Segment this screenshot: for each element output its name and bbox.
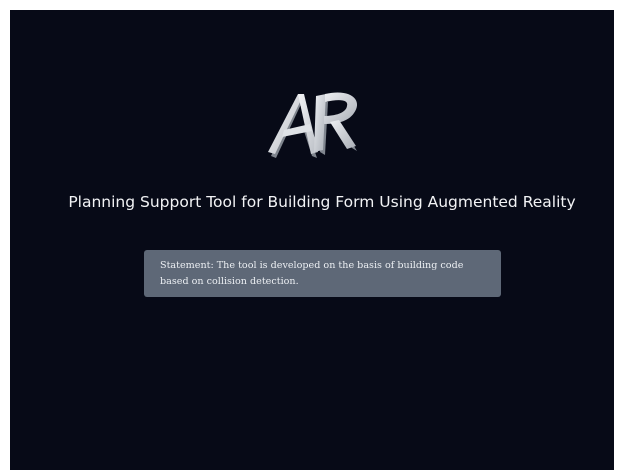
statement-box: Statement: The tool is developed on the … [144,250,501,297]
app-title: Planning Support Tool for Building Form … [68,193,576,211]
ar-logo-icon [268,86,370,160]
app-screen: Planning Support Tool for Building Form … [10,10,614,470]
